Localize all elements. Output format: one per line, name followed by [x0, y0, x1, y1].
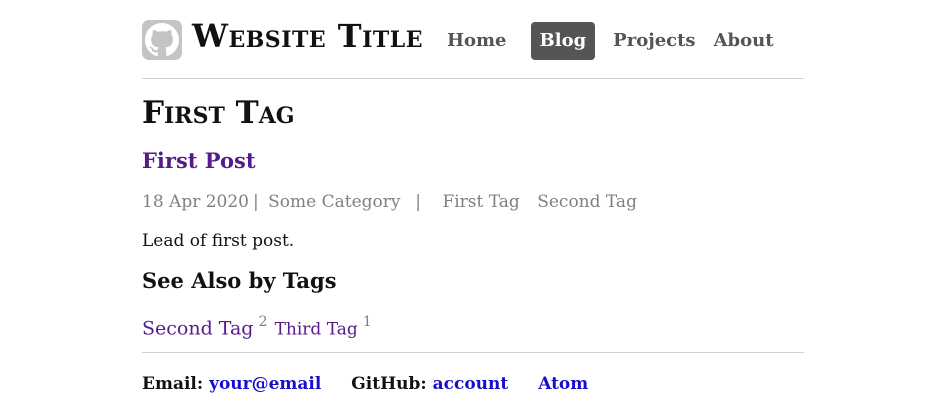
nav-about[interactable]: About	[705, 22, 783, 60]
email-label: Email:	[142, 374, 204, 394]
post-date: 18 Apr 2020	[142, 192, 249, 212]
post-tag-link[interactable]: First Tag	[442, 192, 519, 212]
footer-links: Email: your@email GitHub: account Atom	[142, 372, 588, 396]
post-meta: 18 Apr 2020 | Some Category | First Tag S…	[142, 190, 637, 214]
meta-separator: |	[409, 192, 422, 212]
tag-link-third[interactable]: Third Tag	[275, 319, 358, 339]
site-footer: Email: your@email GitHub: account Atom	[142, 352, 804, 394]
nav-projects[interactable]: Projects	[604, 22, 704, 60]
page-title: First Tag	[142, 95, 295, 131]
tag-count: 1	[362, 314, 372, 330]
see-also-heading: See Also by Tags	[142, 268, 337, 293]
site-header: Website Title Home Blog Projects About	[142, 0, 804, 79]
main-nav: Home Blog Projects About	[438, 22, 783, 60]
github-link[interactable]: account	[433, 374, 509, 394]
atom-feed-link[interactable]: Atom	[538, 374, 588, 394]
post-category-link[interactable]: Some Category	[268, 192, 400, 212]
site-title[interactable]: Website Title	[192, 16, 423, 56]
page-container: Website Title Home Blog Projects About F…	[142, 0, 804, 394]
email-link[interactable]: your@email	[209, 374, 321, 394]
tag-cloud: Second Tag 2 Third Tag 1	[142, 310, 374, 343]
post-tag-link[interactable]: Second Tag	[537, 192, 637, 212]
tag-link-second[interactable]: Second Tag	[142, 317, 253, 339]
nav-blog[interactable]: Blog	[530, 22, 596, 60]
tag-count: 2	[258, 314, 268, 330]
github-octocat-icon[interactable]	[142, 20, 182, 60]
post-title-link[interactable]: First Post	[142, 146, 256, 176]
meta-separator: |	[253, 192, 259, 212]
nav-home[interactable]: Home	[438, 22, 516, 60]
post-lead: Lead of first post.	[142, 231, 295, 251]
github-label: GitHub:	[351, 374, 427, 394]
